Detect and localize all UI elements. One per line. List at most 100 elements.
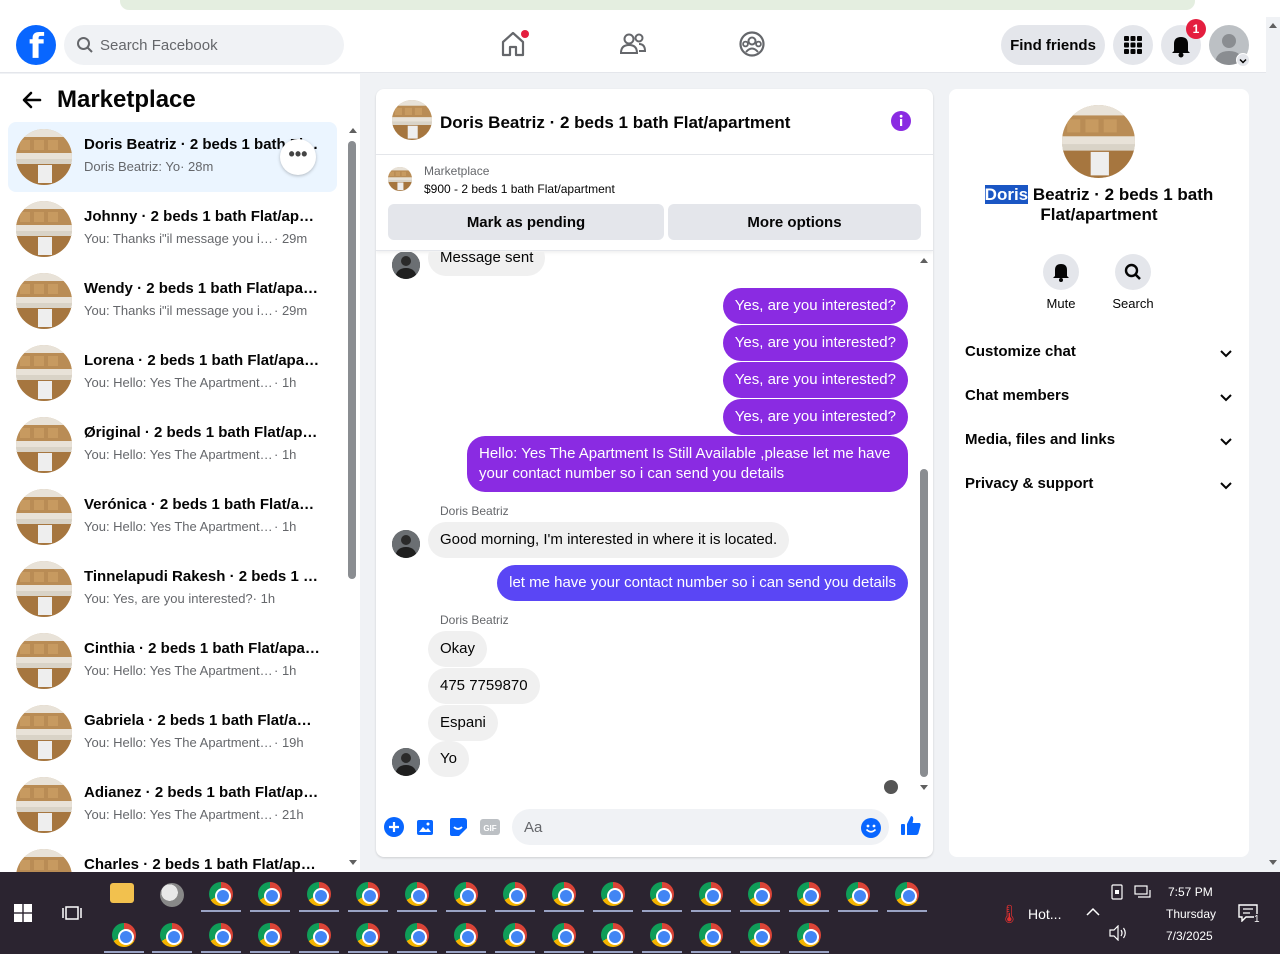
weather-label[interactable]: Hot... — [1028, 906, 1061, 922]
more-options-button[interactable]: More options — [668, 204, 921, 240]
chrome-icon[interactable] — [797, 882, 821, 906]
chevron-up-icon[interactable] — [1086, 907, 1100, 917]
info-icon[interactable] — [890, 110, 912, 132]
conversation-item[interactable]: Wendy · 2 beds 1 bath Flat/apartment You:… — [8, 266, 337, 336]
scroll-up-arrow-icon[interactable] — [919, 256, 929, 264]
clock-time[interactable]: 7:57 PM — [1168, 885, 1213, 899]
conversation-item[interactable]: Tinnelapudi Rakesh · 2 beds 1 bath Flat/… — [8, 554, 337, 624]
contact-avatar[interactable] — [392, 252, 420, 279]
message-bubble-incoming[interactable]: 475 7759870 — [428, 668, 540, 704]
search-input[interactable] — [100, 25, 330, 65]
conversation-item[interactable]: Johnny · 2 beds 1 bath Flat/apartment You… — [8, 194, 337, 264]
network-icon[interactable] — [1134, 885, 1152, 899]
chrome-icon[interactable] — [405, 923, 429, 947]
listing-price-title[interactable]: $900 - 2 beds 1 bath Flat/apartment — [424, 182, 615, 196]
message-bubble-outgoing[interactable]: Yes, are you interested? — [722, 288, 908, 324]
mute-action[interactable]: Mute — [1031, 254, 1091, 311]
chevron-down-icon[interactable] — [1236, 53, 1250, 67]
scroll-down-arrow-icon[interactable] — [1268, 859, 1278, 867]
chrome-icon[interactable] — [650, 923, 674, 947]
message-bubble-outgoing[interactable]: let me have your contact number so i can… — [497, 565, 908, 601]
facebook-logo-icon[interactable]: f — [16, 25, 56, 67]
menu-button[interactable] — [1113, 25, 1153, 65]
sidebar-scroll-thumb[interactable] — [348, 141, 356, 579]
chrome-icon[interactable] — [699, 923, 723, 947]
chrome-icon[interactable] — [112, 923, 136, 947]
message-bubble-outgoing[interactable]: Yes, are you interested? — [722, 399, 908, 435]
conversation-item[interactable]: Verónica · 2 beds 1 bath Flat/apartment Y… — [8, 482, 337, 552]
chrome-icon[interactable] — [209, 923, 233, 947]
media-files-links-row[interactable]: Media, files and links — [965, 431, 1233, 455]
contact-avatar[interactable] — [392, 530, 420, 558]
scroll-up-arrow-icon[interactable] — [348, 126, 358, 134]
message-bubble-incoming[interactable]: Okay — [428, 631, 488, 667]
volume-icon[interactable] — [1108, 925, 1128, 941]
device-icon[interactable] — [1110, 884, 1124, 900]
chrome-icon[interactable] — [454, 923, 478, 947]
clock-day[interactable]: Thursday — [1166, 907, 1216, 921]
chrome-icon[interactable] — [307, 882, 331, 906]
message-bubble-outgoing[interactable]: Yes, are you interested? — [722, 362, 908, 398]
privacy-support-row[interactable]: Privacy & support — [965, 475, 1233, 499]
find-friends-button[interactable]: Find friends — [1001, 25, 1105, 65]
conversation-item[interactable]: Cinthia · 2 beds 1 bath Flat/apartment Yo… — [8, 626, 337, 696]
conversation-item[interactable]: Lorena · 2 beds 1 bath Flat/apartment You… — [8, 338, 337, 408]
chrome-icon[interactable] — [356, 882, 380, 906]
scroll-down-arrow-icon[interactable] — [919, 784, 929, 792]
groups-icon[interactable] — [737, 29, 767, 59]
customize-chat-row[interactable]: Customize chat — [965, 343, 1233, 367]
paint-icon[interactable] — [160, 883, 184, 907]
message-bubble-incoming[interactable]: Yo — [428, 741, 469, 777]
emoji-icon[interactable] — [861, 818, 881, 838]
listing-mini-thumbnail[interactable] — [388, 167, 412, 191]
chrome-icon[interactable] — [307, 923, 331, 947]
clock-date[interactable]: 7/3/2025 — [1166, 929, 1213, 943]
chrome-icon[interactable] — [503, 923, 527, 947]
sticker-icon[interactable] — [448, 817, 468, 837]
chrome-icon[interactable] — [650, 882, 674, 906]
chrome-icon[interactable] — [454, 882, 478, 906]
chrome-icon[interactable] — [552, 923, 576, 947]
chrome-icon[interactable] — [797, 923, 821, 947]
chrome-icon[interactable] — [895, 882, 919, 906]
message-bubble-outgoing[interactable]: Yes, are you interested? — [722, 325, 908, 361]
file-explorer-icon[interactable] — [110, 883, 134, 903]
chrome-icon[interactable] — [503, 882, 527, 906]
task-view-icon[interactable] — [62, 904, 82, 922]
chrome-icon[interactable] — [552, 882, 576, 906]
chrome-icon[interactable] — [405, 882, 429, 906]
gif-icon[interactable]: GIF — [480, 817, 500, 837]
chrome-icon[interactable] — [601, 923, 625, 947]
chrome-icon[interactable] — [601, 882, 625, 906]
mark-as-pending-button[interactable]: Mark as pending — [388, 204, 664, 240]
friends-icon[interactable] — [618, 29, 648, 59]
chrome-icon[interactable] — [748, 923, 772, 947]
conversation-item[interactable]: Charles · 2 beds 1 bath Flat/apartment — [8, 842, 337, 872]
chrome-icon[interactable] — [258, 923, 282, 947]
chrome-icon[interactable] — [258, 882, 282, 906]
more-options-icon[interactable]: ••• — [280, 139, 316, 175]
thermometer-icon[interactable]: 🌡 — [998, 904, 1021, 925]
chat-members-row[interactable]: Chat members — [965, 387, 1233, 411]
listing-large-thumbnail[interactable] — [1062, 105, 1135, 178]
scroll-down-arrow-icon[interactable] — [348, 859, 358, 867]
message-bubble-incoming[interactable]: Message sent — [428, 252, 546, 276]
windows-start-icon[interactable] — [14, 904, 32, 922]
chrome-icon[interactable] — [160, 923, 184, 947]
chat-scroll-thumb[interactable] — [920, 469, 928, 777]
thumbs-up-icon[interactable] — [899, 814, 923, 838]
plus-circle-icon[interactable] — [384, 817, 404, 837]
scroll-up-arrow-icon[interactable] — [1268, 21, 1278, 29]
back-arrow-icon[interactable] — [20, 88, 44, 112]
message-bubble-incoming[interactable]: Good morning, I'm interested in where it… — [428, 522, 790, 558]
chrome-icon[interactable] — [699, 882, 723, 906]
chrome-icon[interactable] — [209, 882, 233, 906]
chrome-icon[interactable] — [846, 882, 870, 906]
photo-icon[interactable] — [416, 817, 436, 837]
conversation-item[interactable]: Adianez · 2 beds 1 bath Flat/apartment Yo… — [8, 770, 337, 840]
message-bubble-outgoing[interactable]: Hello: Yes The Apartment Is Still Availa… — [467, 436, 908, 492]
conversation-item[interactable]: Doris Beatriz · 2 beds 1 bath Flat/apart… — [8, 122, 337, 192]
chat-title[interactable]: Doris Beatriz · 2 beds 1 bath Flat/apart… — [440, 113, 790, 133]
search-box[interactable] — [64, 25, 344, 65]
contact-avatar[interactable] — [392, 748, 420, 776]
